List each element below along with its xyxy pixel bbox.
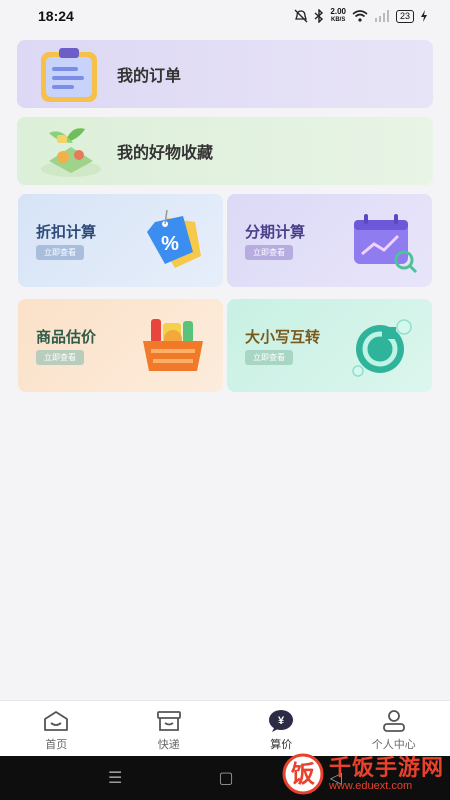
goods-estimate-title: 商品估价 bbox=[36, 329, 97, 346]
refresh-circle-icon bbox=[352, 319, 412, 377]
shopping-basket-icon bbox=[143, 319, 203, 371]
net-speed: 2.00 KB/S bbox=[330, 7, 346, 24]
status-icons: 2.00 KB/S 23 bbox=[294, 8, 428, 24]
nav-profile[interactable]: 个人中心 bbox=[338, 701, 450, 756]
nav-profile-label: 个人中心 bbox=[371, 739, 416, 751]
case-convert-tile[interactable]: 大小写互转 立即查看 bbox=[227, 299, 432, 392]
recent-apps-button[interactable]: ☰ bbox=[108, 768, 122, 788]
charging-icon bbox=[421, 10, 427, 22]
goods-view-button[interactable]: 立即查看 bbox=[36, 350, 84, 365]
svg-text:饭: 饭 bbox=[291, 760, 315, 788]
mute-icon bbox=[294, 9, 308, 23]
svg-text:%: % bbox=[161, 233, 179, 255]
system-home-button[interactable]: ▢ bbox=[218, 768, 233, 788]
watermark-url: www.eduext.com bbox=[328, 780, 413, 792]
case-convert-title: 大小写互转 bbox=[245, 329, 321, 346]
installment-calc-title: 分期计算 bbox=[245, 224, 306, 241]
watermark: 饭 千饭手游网 www.eduext.com bbox=[281, 752, 444, 796]
package-icon bbox=[156, 711, 181, 731]
my-favorites-label: 我的好物收藏 bbox=[117, 145, 214, 162]
discount-calc-title: 折扣计算 bbox=[36, 224, 97, 241]
clipboard-icon bbox=[41, 48, 97, 102]
nav-price-label: 算价 bbox=[270, 739, 293, 751]
percent-tag-icon: % bbox=[147, 209, 201, 268]
bluetooth-icon bbox=[314, 9, 324, 23]
goods-estimate-tile[interactable]: 商品估价 立即查看 bbox=[18, 299, 223, 392]
signal-icon bbox=[374, 10, 389, 22]
person-icon bbox=[382, 710, 405, 732]
yuan-icon: ¥ bbox=[269, 710, 294, 732]
wifi-icon bbox=[352, 10, 368, 22]
battery-indicator: 23 bbox=[395, 9, 414, 23]
nav-express-label: 快递 bbox=[157, 739, 180, 751]
discount-calc-tile[interactable]: 折扣计算 立即查看 % bbox=[18, 194, 223, 287]
discount-view-button[interactable]: 立即查看 bbox=[36, 245, 84, 260]
installment-view-button[interactable]: 立即查看 bbox=[245, 245, 293, 260]
nav-price[interactable]: ¥ 算价 bbox=[225, 701, 338, 756]
nav-express[interactable]: 快递 bbox=[113, 701, 226, 756]
plant-basket-icon bbox=[41, 128, 101, 177]
case-view-button[interactable]: 立即查看 bbox=[245, 350, 293, 365]
my-favorites-card[interactable]: 我的好物收藏 bbox=[17, 117, 433, 185]
my-orders-card[interactable]: 我的订单 bbox=[17, 40, 433, 108]
nav-home-label: 首页 bbox=[45, 739, 68, 751]
watermark-logo: 饭 bbox=[282, 753, 324, 795]
svg-text:¥: ¥ bbox=[278, 715, 285, 727]
home-icon bbox=[44, 711, 69, 731]
installment-calc-tile[interactable]: 分期计算 立即查看 bbox=[227, 194, 432, 287]
nav-home[interactable]: 首页 bbox=[0, 701, 113, 756]
status-bar: 18:24 2.00 KB/S 23 bbox=[0, 0, 450, 32]
calendar-chart-icon bbox=[354, 214, 418, 274]
bottom-nav: 首页 快递 ¥ 算价 个人中心 bbox=[0, 700, 450, 756]
my-orders-label: 我的订单 bbox=[117, 68, 182, 85]
watermark-title: 千饭手游网 bbox=[328, 755, 444, 780]
status-time: 18:24 bbox=[38, 8, 74, 24]
